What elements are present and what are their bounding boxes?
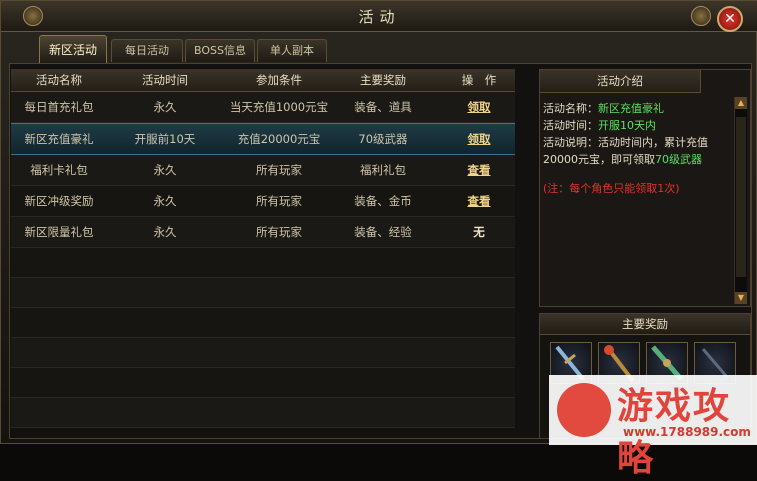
cell-name: 新区充值豪礼 xyxy=(24,132,94,146)
table-header: 活动名称 活动时间 参加条件 主要奖励 操 作 xyxy=(11,69,515,92)
activity-window: 活动 ✕ 新区活动 每日活动 BOSS信息 单人副本 活动名称 活动时间 参加条… xyxy=(0,0,757,479)
table-row[interactable]: 新区冲级奖励 永久 所有玩家 装备、金币 查看 xyxy=(11,186,515,217)
gamepad-logo-icon xyxy=(557,383,611,437)
intro-scrollbar[interactable]: ▲ ▼ xyxy=(734,97,747,304)
cell-time: 永久 xyxy=(153,100,177,114)
table-row[interactable]: 新区限量礼包 永久 所有玩家 装备、经验 无 xyxy=(11,217,515,248)
watermark-url: www.1788989.com xyxy=(623,425,751,439)
cell-reward: 70级武器 xyxy=(358,132,408,146)
intro-desc-label: 活动说明： xyxy=(543,136,598,149)
header-activity-time: 活动时间 xyxy=(142,73,188,87)
cell-reward: 装备、道具 xyxy=(354,100,412,114)
intro-body: 活动名称：新区充值豪礼 活动时间：开服10天内 活动说明：活动时间内，累计充值2… xyxy=(543,100,731,197)
cell-name: 新区限量礼包 xyxy=(24,225,94,239)
tab-boss-info[interactable]: BOSS信息 xyxy=(185,39,255,62)
activity-intro-panel: 活动介绍 活动名称：新区充值豪礼 活动时间：开服10天内 活动说明：活动时间内，… xyxy=(539,69,751,307)
empty-row xyxy=(11,248,515,278)
tab-daily-activity[interactable]: 每日活动 xyxy=(111,39,183,62)
header-condition: 参加条件 xyxy=(256,73,302,87)
scroll-down-icon[interactable]: ▼ xyxy=(735,292,747,304)
view-link[interactable]: 查看 xyxy=(431,186,527,216)
claim-link[interactable]: 领取 xyxy=(431,124,527,154)
cell-time: 永久 xyxy=(153,163,177,177)
empty-row xyxy=(11,278,515,308)
cell-time: 永久 xyxy=(153,225,177,239)
corner-ornament-icon xyxy=(691,6,711,26)
view-link[interactable]: 查看 xyxy=(431,155,527,185)
intro-desc-line: 活动说明：活动时间内，累计充值20000元宝，即可领取70级武器 xyxy=(543,134,731,168)
table-row-selected[interactable]: 新区充值豪礼 开服前10天 充值20000元宝 70级武器 领取 xyxy=(11,123,515,155)
cell-condition: 充值20000元宝 xyxy=(237,132,321,146)
intro-note: (注：每个角色只能领取1次) xyxy=(543,182,680,195)
empty-row xyxy=(11,308,515,338)
scroll-up-icon[interactable]: ▲ xyxy=(735,97,747,109)
table-body: 每日首充礼包 永久 当天充值1000元宝 装备、道具 领取 新区充值豪礼 开服前… xyxy=(11,92,515,428)
tab-new-server-activity[interactable]: 新区活动 xyxy=(39,35,107,64)
window-title: 活动 xyxy=(358,8,401,26)
intro-time-label: 活动时间： xyxy=(543,119,598,132)
empty-row xyxy=(11,398,515,428)
empty-row xyxy=(11,368,515,398)
table-row[interactable]: 每日首充礼包 永久 当天充值1000元宝 装备、道具 领取 xyxy=(11,92,515,123)
close-button[interactable]: ✕ xyxy=(717,6,743,32)
cell-name: 每日首充礼包 xyxy=(24,100,94,114)
tab-solo-dungeon[interactable]: 单人副本 xyxy=(257,39,327,62)
rewards-title: 主要奖励 xyxy=(540,314,750,335)
site-watermark: 游戏攻略 www.1788989.com xyxy=(549,375,757,479)
claim-link[interactable]: 领取 xyxy=(431,92,527,122)
table-row[interactable]: 福利卡礼包 永久 所有玩家 福利礼包 查看 xyxy=(11,155,515,186)
title-bar[interactable]: 活动 ✕ xyxy=(1,1,757,32)
intro-time-value: 开服10天内 xyxy=(598,119,656,132)
cell-condition: 所有玩家 xyxy=(256,194,302,208)
cell-condition: 所有玩家 xyxy=(256,163,302,177)
cell-name: 新区冲级奖励 xyxy=(24,194,94,208)
cell-time: 永久 xyxy=(153,194,177,208)
intro-time-line: 活动时间：开服10天内 xyxy=(543,117,731,134)
intro-desc-value: 70级武器 xyxy=(655,153,702,166)
cell-reward: 福利礼包 xyxy=(360,163,406,177)
cell-reward: 装备、金币 xyxy=(354,194,412,208)
cell-time: 开服前10天 xyxy=(134,132,196,146)
intro-title: 活动介绍 xyxy=(540,70,701,93)
intro-name-value: 新区充值豪礼 xyxy=(598,102,664,115)
cell-name: 福利卡礼包 xyxy=(30,163,88,177)
header-action: 操 作 xyxy=(461,73,497,87)
header-reward: 主要奖励 xyxy=(360,73,406,87)
cell-condition: 当天充值1000元宝 xyxy=(229,100,329,114)
intro-name-label: 活动名称： xyxy=(543,102,598,115)
header-activity-name: 活动名称 xyxy=(36,73,82,87)
cell-condition: 所有玩家 xyxy=(256,225,302,239)
cell-reward: 装备、经验 xyxy=(354,225,412,239)
empty-row xyxy=(11,338,515,368)
activity-table: 活动名称 活动时间 参加条件 主要奖励 操 作 每日首充礼包 永久 当天充值10… xyxy=(11,69,515,428)
action-none: 无 xyxy=(473,225,485,239)
scroll-thumb[interactable] xyxy=(736,117,746,277)
intro-name-line: 活动名称：新区充值豪礼 xyxy=(543,100,731,117)
